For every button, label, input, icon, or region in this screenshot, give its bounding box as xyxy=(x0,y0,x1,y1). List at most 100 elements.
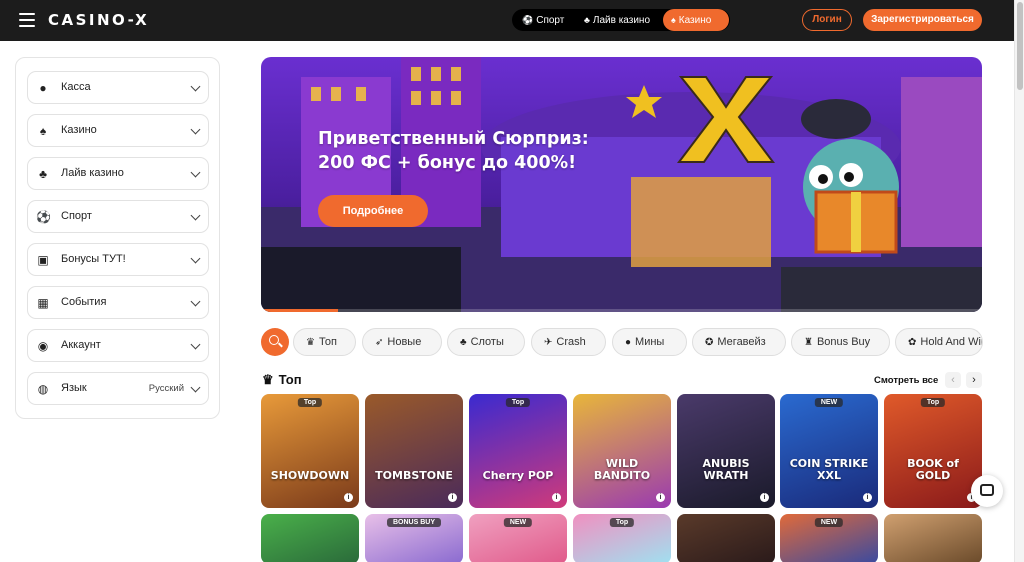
calendar-icon: ▦ xyxy=(37,296,49,310)
game-card[interactable]: NEW xyxy=(469,514,567,562)
carousel-next-button[interactable]: › xyxy=(966,372,982,388)
slide-progress-fill xyxy=(261,309,339,312)
game-badge: NEW xyxy=(814,398,844,407)
section-title: ♛ Топ xyxy=(262,372,302,387)
filter-hold-and-win[interactable]: ✿ Hold And Win xyxy=(895,328,983,356)
crown-icon: ♛ xyxy=(306,337,315,348)
globe-icon: ◍ xyxy=(37,382,49,396)
filter-slots[interactable]: ♣ Слоты xyxy=(447,328,525,356)
chevron-down-icon xyxy=(190,253,201,264)
banner-title: Приветственный Сюрприз: 200 ФС + бонус д… xyxy=(318,129,589,173)
chevron-down-icon xyxy=(190,296,201,307)
sidebar-item-cashier[interactable]: ● Касса xyxy=(27,71,209,104)
info-icon[interactable]: i xyxy=(760,493,769,502)
rocket-icon: ➶ xyxy=(375,337,384,348)
sidebar-item-events[interactable]: ▦ События xyxy=(27,286,209,319)
login-button[interactable]: Логин xyxy=(802,9,852,31)
chevron-down-icon xyxy=(190,339,201,350)
game-title: Cherry POP xyxy=(482,469,554,482)
info-icon[interactable]: i xyxy=(656,493,665,502)
promo-banner[interactable]: Приветственный Сюрприз: 200 ФС + бонус д… xyxy=(261,57,982,312)
bomb-icon: ● xyxy=(625,337,632,348)
game-title: SHOWDOWN xyxy=(270,469,350,482)
filter-mines[interactable]: ● Мины xyxy=(612,328,687,356)
megaways-icon: ✪ xyxy=(705,337,714,348)
language-value: Русский xyxy=(148,383,184,394)
game-badge: Top xyxy=(297,398,323,407)
game-title: COIN STRIKE XXL xyxy=(789,457,869,482)
top-header: CASINO-X ⚽ Спорт ♣ Лайв казино ♠ Казино Лог… xyxy=(0,0,1014,41)
bonus-buy-icon: ♜ xyxy=(804,337,813,348)
game-card[interactable]: NEW xyxy=(780,514,878,562)
game-badge: BONUS BUY xyxy=(386,518,442,527)
info-icon[interactable]: i xyxy=(552,493,561,502)
gift-icon: ▣ xyxy=(37,253,49,267)
soccer-ball-icon: ⚽ xyxy=(522,15,534,25)
game-card[interactable]: ANUBIS WRATH i xyxy=(677,394,775,508)
game-card[interactable]: Top xyxy=(573,514,671,562)
piggy-bank-icon: ● xyxy=(39,81,47,95)
game-card[interactable]: TopBOOK of GOLDi xyxy=(884,394,982,508)
sidebar-item-language[interactable]: ◍ Язык Русский xyxy=(27,372,209,405)
info-icon[interactable]: i xyxy=(448,493,457,502)
filter-megaways[interactable]: ✪ Мегавейз xyxy=(692,328,786,356)
sidebar-item-bonuses[interactable]: ▣ Бонусы ТУТ! xyxy=(27,243,209,276)
sidebar-item-account[interactable]: ◉ Аккаунт xyxy=(27,329,209,362)
cherries-icon: ♣ xyxy=(460,337,467,348)
game-title: ANUBIS WRATH xyxy=(702,457,750,482)
game-search-button[interactable] xyxy=(261,328,289,356)
support-chat-button[interactable] xyxy=(971,475,1003,507)
banner-more-button[interactable]: Подробнее xyxy=(318,195,428,227)
game-title: WILD BANDITO xyxy=(593,457,651,482)
game-card[interactable]: TOMBSTONE i xyxy=(365,394,463,508)
info-icon[interactable]: i xyxy=(863,493,872,502)
tab-sport[interactable]: ⚽ Спорт xyxy=(514,9,572,31)
game-badge: Top xyxy=(505,398,531,407)
game-badge: NEW xyxy=(814,518,844,527)
sidebar-item-sport[interactable]: ⚽ Спорт xyxy=(27,200,209,233)
scrollbar-thumb[interactable] xyxy=(1017,2,1023,90)
game-badge: Top xyxy=(609,518,635,527)
filter-crash[interactable]: ✈ Crash xyxy=(531,328,606,356)
banner-slide-progress xyxy=(261,309,982,312)
chevron-down-icon xyxy=(190,124,201,135)
game-title: BOOK of GOLD xyxy=(907,457,959,482)
live-casino-icon: ♣ xyxy=(39,167,47,181)
game-card[interactable]: Top SHOWDOWN i xyxy=(261,394,359,508)
see-all-link[interactable]: Смотреть все xyxy=(874,375,938,386)
game-badge: Top xyxy=(920,398,946,407)
sidebar-item-live-casino[interactable]: ♣ Лайв казино xyxy=(27,157,209,190)
game-badge: NEW xyxy=(503,518,533,527)
section-switcher: ⚽ Спорт ♣ Лайв казино ♠ Казино xyxy=(512,9,730,31)
sidebar-item-casino[interactable]: ♠ Казино xyxy=(27,114,209,147)
chevron-down-icon xyxy=(190,81,201,92)
site-logo[interactable]: CASINO-X xyxy=(48,11,149,29)
game-card[interactable] xyxy=(884,514,982,562)
page-scrollbar[interactable] xyxy=(1014,0,1024,562)
crown-icon: ♛ xyxy=(262,372,274,387)
sidebar: ● Касса ♠ Казино ♣ Лайв казино ⚽ Спорт ▣… xyxy=(15,57,220,419)
casino-icon: ♠ xyxy=(39,124,47,138)
carousel-prev-button[interactable]: ‹ xyxy=(945,372,961,388)
game-card[interactable] xyxy=(677,514,775,562)
info-icon[interactable]: i xyxy=(344,493,353,502)
game-card[interactable]: WILD BANDITO i xyxy=(573,394,671,508)
game-card[interactable]: BONUS BUY xyxy=(365,514,463,562)
tab-casino[interactable]: ♠ Казино xyxy=(663,9,729,31)
game-card[interactable]: Top Cherry POP i xyxy=(469,394,567,508)
live-casino-icon: ♣ xyxy=(584,15,590,25)
game-title: TOMBSTONE xyxy=(375,469,453,482)
menu-icon[interactable] xyxy=(19,13,35,27)
game-card[interactable] xyxy=(261,514,359,562)
chat-icon xyxy=(980,484,994,496)
filter-new[interactable]: ➶ Новые xyxy=(362,328,442,356)
chevron-down-icon xyxy=(190,167,201,178)
hold-and-win-icon: ✿ xyxy=(908,337,917,348)
chevron-down-icon xyxy=(190,210,201,221)
game-card[interactable]: NEW COIN STRIKE XXL i xyxy=(780,394,878,508)
tab-live-casino[interactable]: ♣ Лайв казино xyxy=(576,9,658,31)
filter-top[interactable]: ♛ Топ xyxy=(293,328,356,356)
register-button[interactable]: Зарегистрироваться xyxy=(863,9,982,31)
filter-bonus-buy[interactable]: ♜ Bonus Buy xyxy=(791,328,890,356)
banner-illustration xyxy=(261,57,982,312)
